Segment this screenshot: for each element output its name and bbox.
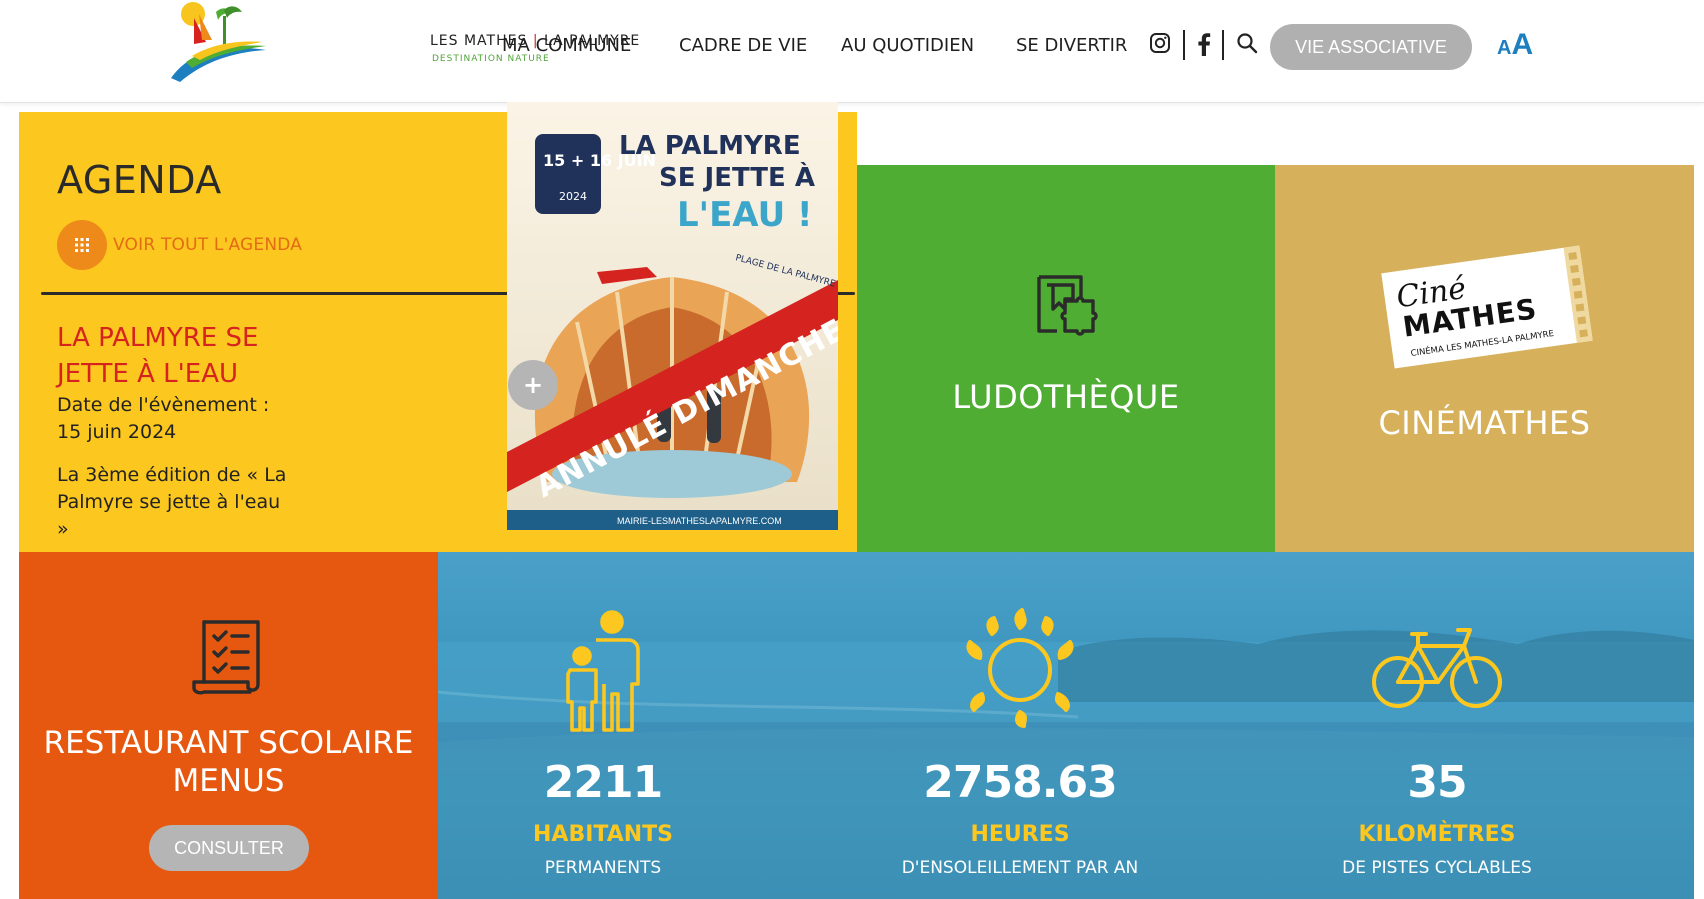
font-size-small: A: [1497, 37, 1512, 59]
restaurant-title: RESTAURANT SCOLAIRE MENUS: [19, 724, 438, 800]
stat-subtitle: PERMANENTS: [544, 858, 662, 878]
stat-unit: HEURES: [970, 822, 1070, 847]
nav-ma-commune[interactable]: MA COMMUNE: [502, 35, 631, 56]
poster-title-line2: SE JETTE À: [659, 161, 815, 193]
site-logo[interactable]: LES MATHES | LA PALMYRE DESTINATION NATU…: [166, 0, 639, 88]
font-size-big: A: [1511, 28, 1534, 61]
font-size-toggle[interactable]: AA: [1497, 28, 1533, 62]
restaurant-title-line2: MENUS: [172, 763, 285, 799]
logo-emblem-icon: [171, 2, 266, 82]
cinemathes-label: CINÉMATHES: [1378, 404, 1591, 442]
stat-unit: KILOMÈTRES: [1358, 822, 1516, 847]
search-icon[interactable]: [1236, 32, 1260, 56]
nav-divider: [1183, 30, 1185, 60]
agenda-section: AGENDA VOIR TOUT L'AGENDA LA PALMYRE SE …: [19, 102, 857, 552]
cinemathes-logo: Ciné MATHES CINÉMA LES MATHES-LA PALMYRE: [1375, 245, 1599, 373]
consulter-button[interactable]: CONSULTER: [149, 825, 309, 871]
event-title[interactable]: LA PALMYRE SE JETTE À L'EAU: [57, 320, 317, 392]
stat-value: 2211: [543, 757, 663, 808]
event-date: 15 juin 2024: [57, 421, 177, 443]
cinemathes-tile[interactable]: Ciné MATHES CINÉMA LES MATHES-LA PALMYRE…: [1275, 165, 1694, 552]
poster-title-line3: L'EAU !: [677, 195, 813, 235]
facebook-icon[interactable]: [1196, 32, 1220, 56]
stat-habitants: 2211 HABITANTS PERMANENTS: [438, 552, 768, 899]
nav-divider: [1222, 30, 1224, 60]
nav-cadre-de-vie[interactable]: CADRE DE VIE: [679, 35, 807, 56]
site-header: LES MATHES | LA PALMYRE DESTINATION NATU…: [0, 0, 1704, 103]
ludotheque-tile[interactable]: LUDOTHÈQUE: [857, 165, 1275, 552]
poster-url: MAIRIE-LESMATHESLAPALMYRE.COM: [617, 516, 782, 526]
event-poster-image[interactable]: ANNULÉ DIMANCHE MAIRIE-LESMATHESLAPALMYR…: [507, 102, 838, 530]
stat-pistes-cyclables: 35 KILOMÈTRES DE PISTES CYCLABLES: [1272, 552, 1602, 899]
agenda-more-button[interactable]: +: [508, 360, 558, 410]
stat-ensoleillement: 2758.63 HEURES D'ENSOLEILLEMENT PAR AN: [855, 552, 1185, 899]
bicycle-icon: [1372, 620, 1502, 716]
agenda-title: AGENDA: [57, 158, 222, 202]
restaurant-title-line1: RESTAURANT SCOLAIRE: [43, 725, 414, 761]
instagram-icon[interactable]: [1149, 32, 1173, 56]
stat-subtitle: D'ENSOLEILLEMENT PAR AN: [901, 858, 1139, 878]
restaurant-scolaire-tile: RESTAURANT SCOLAIRE MENUS CONSULTER: [19, 552, 438, 899]
poster-title-line1: LA PALMYRE: [619, 131, 801, 161]
family-icon: [566, 608, 642, 736]
stat-value: 35: [1407, 757, 1467, 808]
sun-icon: [962, 608, 1078, 732]
stats-banner: 2211 HABITANTS PERMANENTS 2758.63 HEURES…: [438, 552, 1694, 899]
stat-unit: HABITANTS: [533, 822, 673, 847]
stat-subtitle: DE PISTES CYCLABLES: [1342, 858, 1532, 878]
poster-year: 2024: [559, 190, 587, 203]
event-date-label: Date de l'évènement :: [57, 394, 270, 416]
nav-se-divertir[interactable]: SE DIVERTIR: [1016, 35, 1127, 56]
view-all-agenda-label: VOIR TOUT L'AGENDA: [113, 235, 303, 255]
menu-checklist-icon: [190, 618, 266, 700]
puzzle-book-icon: [1031, 271, 1101, 353]
grid-icon: [57, 220, 107, 270]
event-description: La 3ème édition de « La Palmyre se jette…: [57, 464, 287, 540]
nav-au-quotidien[interactable]: AU QUOTIDIEN: [841, 35, 974, 56]
vie-associative-button[interactable]: VIE ASSOCIATIVE: [1270, 24, 1472, 70]
ludotheque-label: LUDOTHÈQUE: [952, 378, 1180, 416]
stat-value: 2758.63: [923, 757, 1117, 808]
view-all-agenda-link[interactable]: VOIR TOUT L'AGENDA: [57, 220, 302, 270]
